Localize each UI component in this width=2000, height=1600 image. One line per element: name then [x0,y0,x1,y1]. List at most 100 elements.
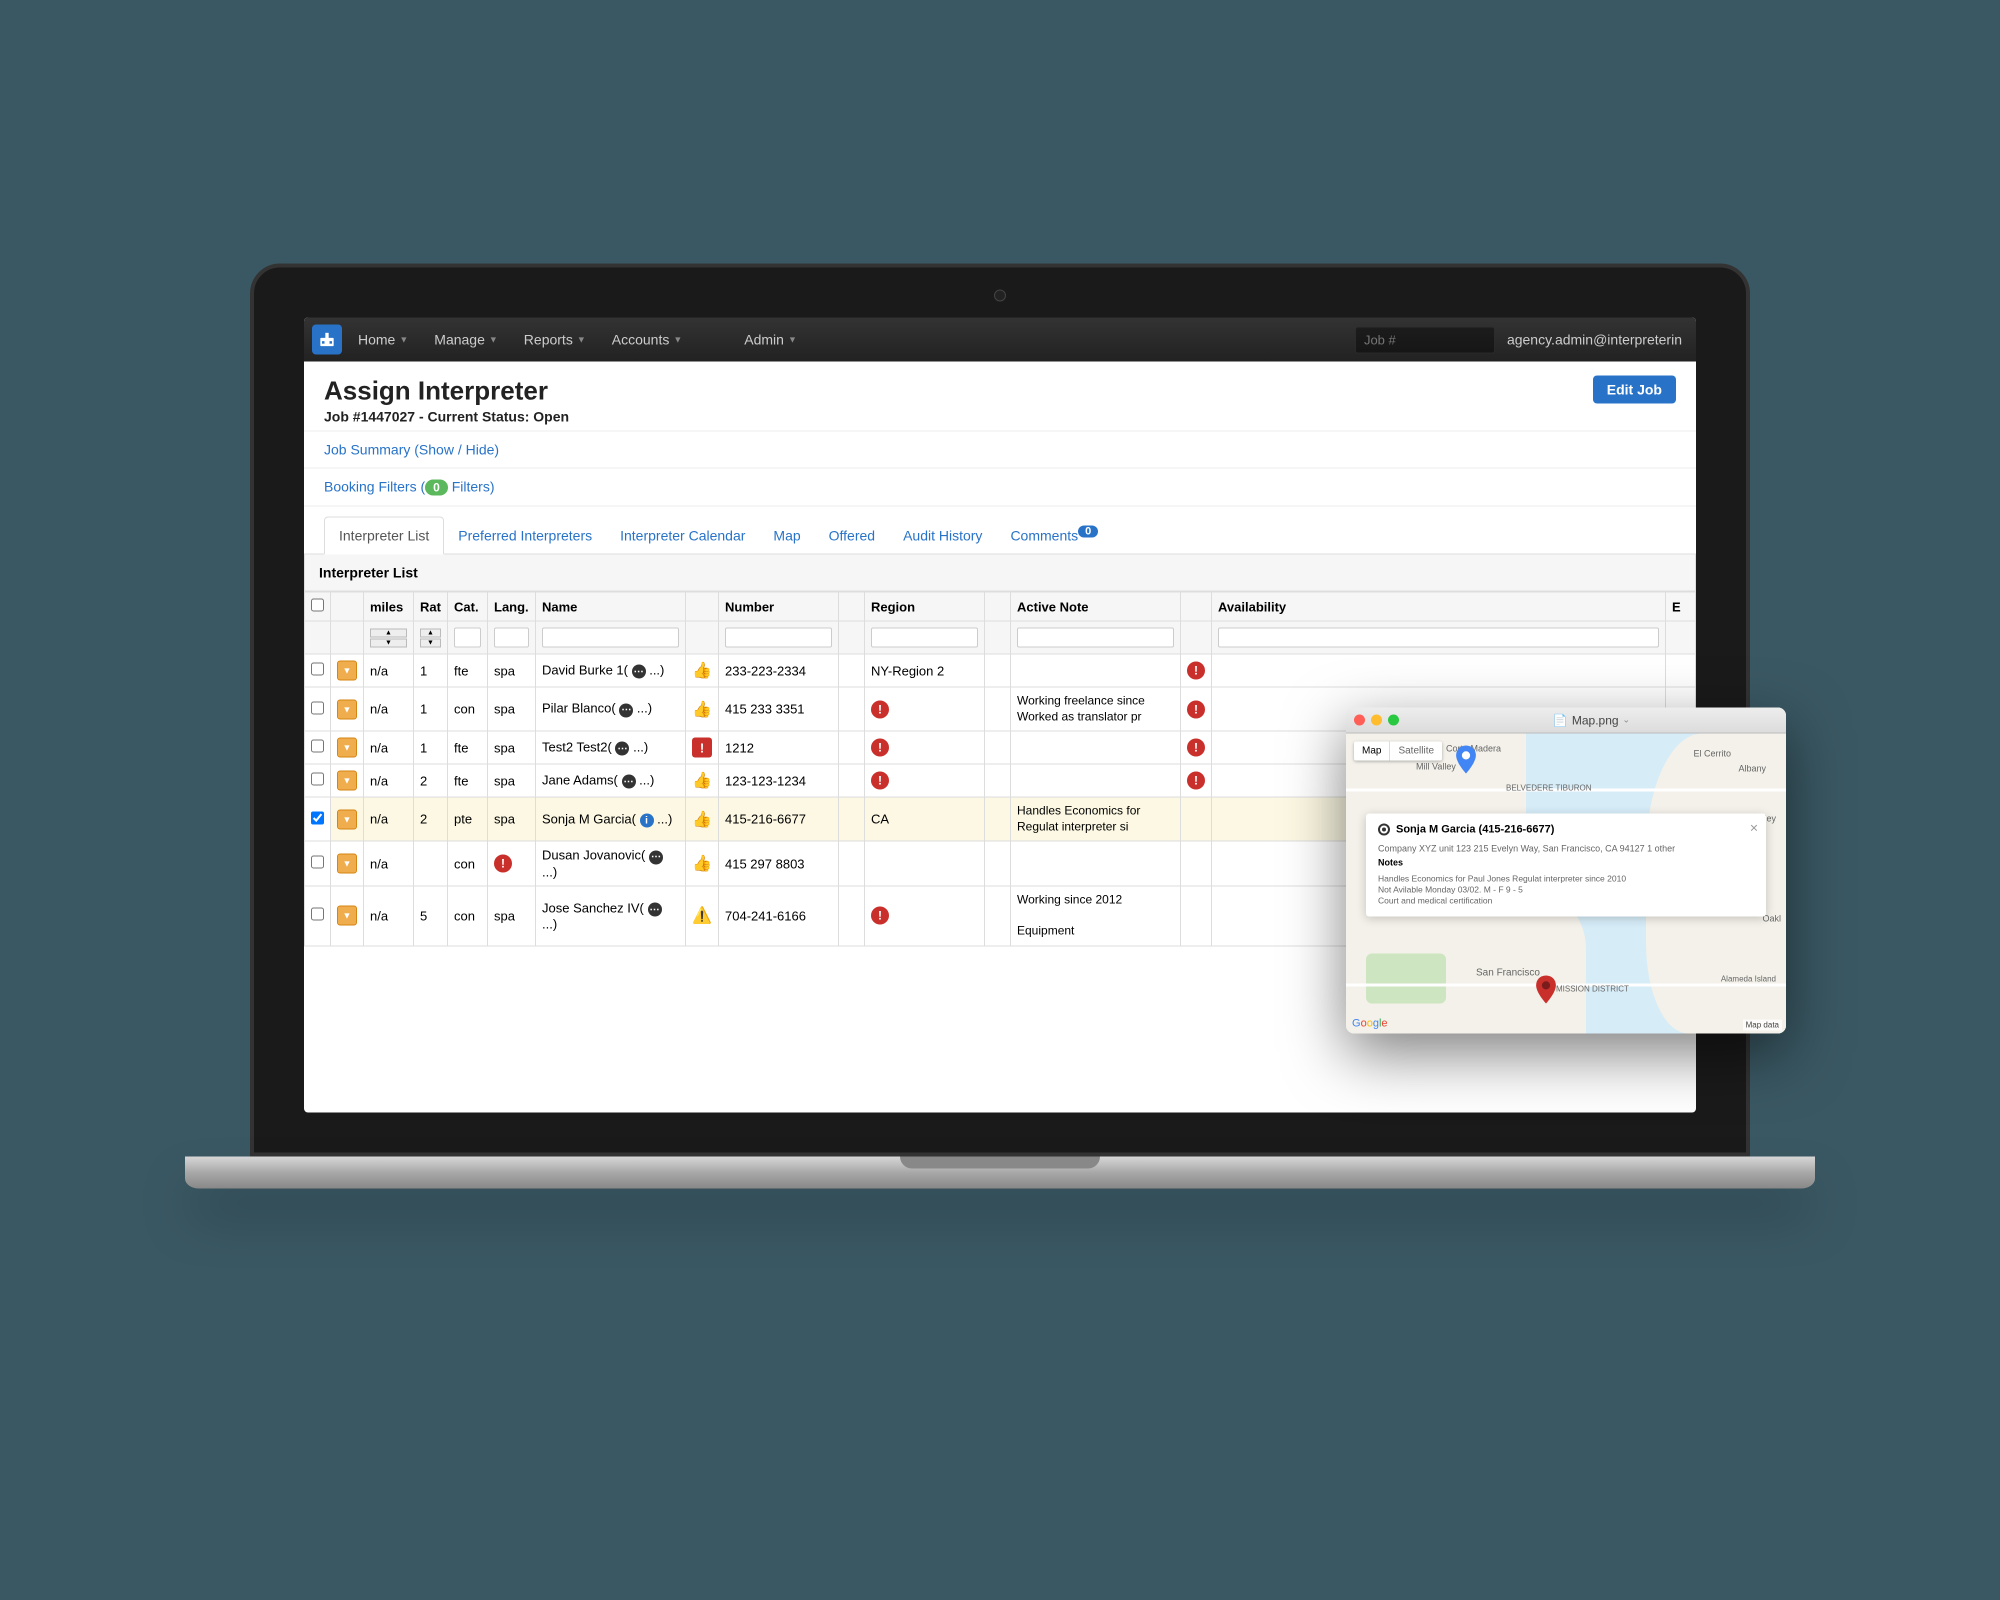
app-logo-icon[interactable] [312,325,342,355]
nav-reports[interactable]: Reports▼ [514,326,596,354]
cell-spacer [839,687,865,731]
booking-filters-toggle[interactable]: Booking Filters (0 Filters) [324,479,495,495]
miles-down[interactable]: ▼ [370,638,407,647]
map-window-titlebar[interactable]: 📄 Map.png ⌄ [1346,708,1786,734]
more-icon: ⋯ [622,775,636,789]
tab-map[interactable]: Map [759,518,814,554]
row-checkbox[interactable] [311,811,324,824]
map-marker-blue-icon[interactable] [1456,746,1476,774]
laptop-frame: Home▼ Manage▼ Reports▼ Accounts▼ Admin▼ … [250,264,1750,1157]
cell-name: Test2 Test2( ⋯ ...) [536,731,686,764]
alert-icon: ! [871,907,889,925]
nav-manage[interactable]: Manage▼ [424,326,508,354]
cell-availability [1212,654,1666,687]
row-menu-button[interactable]: ▼ [337,809,357,829]
row-menu-cell: ▼ [331,841,364,886]
cell-name: Dusan Jovanovic( ⋯ ...) [536,841,686,886]
job-search-input[interactable] [1355,326,1495,353]
filter-cat[interactable] [454,628,481,648]
cell-number: 704-241-6166 [719,886,839,946]
row-checkbox[interactable] [311,856,324,869]
nav-home[interactable]: Home▼ [348,326,418,354]
map-info-window: × Sonja M Garcia (415-216-6677) Company … [1366,814,1766,917]
edit-job-button[interactable]: Edit Job [1593,376,1676,404]
cell-status-icon: ! [686,731,719,764]
cell-spacer [839,654,865,687]
cell-number: 233-223-2334 [719,654,839,687]
cell-note-alert: ! [1181,654,1212,687]
row-checkbox-cell [305,654,331,687]
row-menu-cell: ▼ [331,731,364,764]
row-checkbox[interactable] [311,740,324,753]
filter-note[interactable] [1017,628,1174,648]
rate-down[interactable]: ▼ [420,638,441,647]
cell-note-alert [1181,797,1212,841]
tab-calendar[interactable]: Interpreter Calendar [606,518,759,554]
map-canvas[interactable]: Corte Madera Mill Valley BELVEDERE TIBUR… [1346,734,1786,1034]
cell-note-alert: ! [1181,764,1212,797]
cell-cat: fte [448,654,488,687]
cell-spacer [985,687,1011,731]
tab-audit[interactable]: Audit History [889,518,996,554]
select-all-checkbox[interactable] [311,599,324,612]
row-menu-button[interactable]: ▼ [337,738,357,758]
cell-spacer [839,841,865,886]
tab-comments[interactable]: Comments0 [996,518,1112,554]
row-checkbox-cell [305,764,331,797]
row-menu-button[interactable]: ▼ [337,661,357,681]
filter-region[interactable] [871,628,978,648]
row-menu-button[interactable]: ▼ [337,906,357,926]
cell-spacer [839,731,865,764]
row-checkbox[interactable] [311,908,324,921]
filter-availability[interactable] [1218,628,1659,648]
more-icon: ⋯ [649,850,663,864]
row-checkbox[interactable] [311,663,324,676]
page-title: Assign Interpreter [324,376,569,407]
infowindow-close-icon[interactable]: × [1750,820,1758,836]
filter-name[interactable] [542,628,679,648]
cell-status-icon: 👍 [686,654,719,687]
minimize-icon[interactable] [1371,715,1382,726]
cell-rate [414,841,448,886]
row-menu-button[interactable]: ▼ [337,699,357,719]
row-checkbox[interactable] [311,701,324,714]
row-checkbox[interactable] [311,773,324,786]
cell-extra [1666,654,1696,687]
top-navbar: Home▼ Manage▼ Reports▼ Accounts▼ Admin▼ … [304,318,1696,362]
map-type-control[interactable]: MapSatellite [1354,742,1442,761]
maximize-icon[interactable] [1388,715,1399,726]
more-icon: ⋯ [615,742,629,756]
nav-admin[interactable]: Admin▼ [734,326,807,354]
cell-region: CA [865,797,985,841]
row-menu-button[interactable]: ▼ [337,771,357,791]
filter-number[interactable] [725,628,832,648]
cell-spacer [839,886,865,946]
nav-accounts[interactable]: Accounts▼ [602,326,693,354]
filter-lang[interactable] [494,628,529,648]
cell-rate: 2 [414,797,448,841]
cell-miles: n/a [364,841,414,886]
user-email[interactable]: agency.admin@interpreterin [1501,332,1688,348]
alert-icon: ! [1187,662,1205,680]
job-summary-toggle[interactable]: Job Summary (Show / Hide) [324,442,499,458]
tab-offered[interactable]: Offered [815,518,889,554]
laptop-base [185,1157,1815,1189]
cell-rate: 1 [414,731,448,764]
miles-up[interactable]: ▲ [370,628,407,637]
cell-rate: 1 [414,654,448,687]
cell-rate: 2 [414,764,448,797]
cell-note: Working freelance since Worked as transl… [1011,687,1181,731]
close-icon[interactable] [1354,715,1365,726]
thumbs-up-icon: 👍 [692,773,712,790]
tab-preferred[interactable]: Preferred Interpreters [444,518,606,554]
cell-cat: pte [448,797,488,841]
cell-note-alert: ! [1181,731,1212,764]
table-row[interactable]: ▼n/a1ftespaDavid Burke 1( ⋯ ...)👍233-223… [305,654,1696,687]
cell-note [1011,764,1181,797]
cell-note-alert [1181,886,1212,946]
tab-interpreter-list[interactable]: Interpreter List [324,517,444,555]
rate-up[interactable]: ▲ [420,628,441,637]
map-marker-red-icon[interactable] [1536,976,1556,1004]
row-menu-button[interactable]: ▼ [337,854,357,874]
thumbs-up-icon: 👍 [692,811,712,828]
